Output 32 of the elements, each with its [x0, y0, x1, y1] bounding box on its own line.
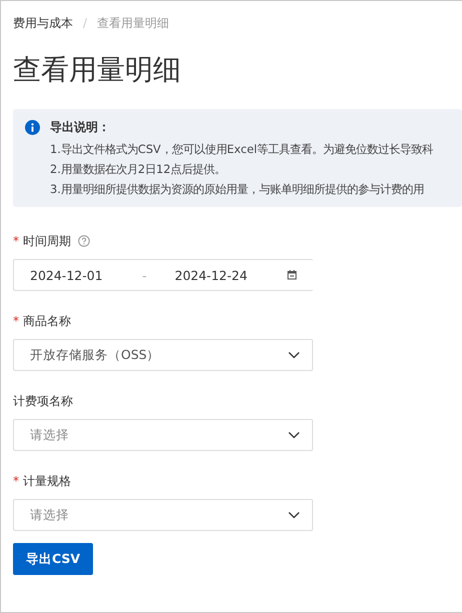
placeholder: 请选择: [30, 426, 69, 444]
calendar-icon[interactable]: [286, 270, 297, 280]
breadcrumb-link[interactable]: 费用与成本: [13, 14, 73, 32]
notice-text: 2.用量数据在次月2日12点后提供。: [50, 161, 227, 178]
required-mark: *: [13, 314, 19, 328]
required-mark: *: [13, 474, 19, 488]
notice-text: 3.用量明细所提供数据为资源的原始用量，与账单明细所提供的参与计费的用: [50, 181, 425, 198]
placeholder: 请选择: [30, 506, 69, 524]
page-title: 查看用量明细: [13, 52, 182, 88]
breadcrumb-separator: /: [83, 16, 88, 30]
select-field[interactable]: 开放存储服务（OSS）: [13, 339, 313, 371]
required-mark: *: [13, 234, 19, 248]
chevron-down-icon[interactable]: [288, 511, 300, 519]
selected-value: 开放存储服务（OSS）: [30, 346, 160, 364]
breadcrumb-current: 查看用量明细: [97, 14, 170, 32]
chevron-down-icon[interactable]: [288, 431, 300, 439]
select-field[interactable]: 请选择: [13, 419, 313, 451]
chevron-down-icon[interactable]: [288, 351, 300, 359]
export-csv-button[interactable]: 导出CSV: [13, 543, 93, 575]
help-icon[interactable]: [78, 235, 90, 247]
notice-text: 1.导出文件格式为CSV，您可以使用Excel等工具查看。为避免位数过长导致科: [50, 141, 434, 158]
field-label: 计费项名称: [13, 392, 73, 410]
notice-title: 导出说明：: [50, 119, 111, 136]
select-field[interactable]: 请选择: [13, 499, 313, 531]
start-date[interactable]: 2024-12-01: [30, 268, 103, 282]
field-label: 时间周期: [23, 232, 71, 250]
date-range-field[interactable]: 2024-12-01 - 2024-12-24: [13, 259, 313, 291]
field-label: 计量规格: [23, 472, 71, 490]
field-label: 商品名称: [23, 312, 71, 330]
range-separator: -: [142, 268, 147, 282]
end-date[interactable]: 2024-12-24: [174, 268, 248, 282]
info-icon: [25, 120, 40, 135]
